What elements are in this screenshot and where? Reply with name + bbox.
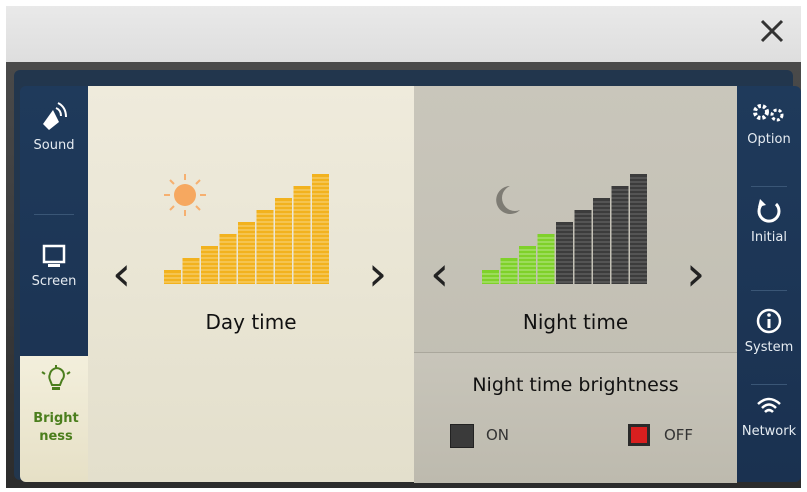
nav-brightness-label-2: ness: [39, 429, 73, 444]
speaker-icon: [43, 102, 67, 130]
night-brightness-off-label: OFF: [664, 426, 694, 444]
night-next-arrow[interactable]: ›: [686, 250, 705, 298]
brightness-bar: [519, 246, 536, 284]
nav-brightness-label-1: Bright: [33, 411, 79, 426]
nav-screen[interactable]: Screen: [22, 242, 86, 289]
nav-sound[interactable]: Sound: [22, 100, 86, 153]
nav-network[interactable]: Network: [737, 394, 801, 439]
brightness-bar: [556, 222, 573, 284]
brightness-bar: [537, 234, 555, 284]
nav-system[interactable]: System: [737, 306, 801, 355]
night-prev-arrow[interactable]: ‹: [430, 250, 449, 298]
nav-initial[interactable]: Initial: [737, 196, 801, 245]
title-strip: [6, 6, 801, 62]
night-brightness-bars: [482, 174, 647, 284]
nav-network-label: Network: [741, 424, 797, 439]
brightness-bar: [201, 246, 218, 284]
brightness-bar: [500, 258, 518, 284]
nav-separator: [751, 290, 787, 291]
nav-system-label: System: [744, 340, 794, 355]
brightness-bar: [182, 258, 200, 284]
nav-sound-label: Sound: [33, 138, 75, 153]
nav-screen-label: Screen: [31, 274, 77, 289]
day-prev-arrow[interactable]: ‹: [112, 250, 131, 298]
night-brightness-section: [414, 352, 737, 483]
gears-icon: [753, 104, 784, 122]
night-brightness-off-checkbox[interactable]: [628, 424, 650, 446]
nav-initial-label: Initial: [751, 230, 787, 245]
day-panel: [88, 86, 414, 482]
day-time-title: Day time: [205, 310, 297, 334]
wifi-icon: [757, 397, 781, 413]
nav-option[interactable]: Option: [737, 100, 801, 147]
info-icon: [756, 308, 782, 334]
brightness-bar: [293, 186, 311, 284]
nav-separator: [751, 186, 787, 187]
close-icon[interactable]: [755, 14, 789, 48]
brightness-bar: [219, 234, 237, 284]
brightness-bar: [593, 198, 610, 284]
brightness-bar: [164, 270, 181, 284]
brightness-bar: [611, 186, 629, 284]
monitor-icon: [42, 244, 66, 267]
nav-option-label: Option: [747, 132, 791, 147]
lightbulb-icon: [41, 365, 71, 390]
brightness-bar: [312, 174, 329, 284]
night-brightness-title: Night time brightness: [472, 374, 679, 396]
night-brightness-on-checkbox[interactable]: [450, 424, 474, 448]
nav-separator: [751, 384, 787, 385]
title-bar: [0, 0, 807, 62]
nav-brightness[interactable]: Bright ness: [20, 356, 92, 482]
day-brightness-bars: [164, 174, 329, 284]
brightness-bar: [275, 198, 292, 284]
day-next-arrow[interactable]: ›: [368, 250, 387, 298]
brightness-bar: [256, 210, 274, 284]
night-time-title: Night time: [522, 310, 629, 334]
nav-separator: [34, 214, 74, 215]
brightness-bar: [238, 222, 255, 284]
brightness-bar: [574, 210, 592, 284]
brightness-bar: [630, 174, 647, 284]
reset-icon: [757, 199, 781, 223]
night-brightness-on-label: ON: [486, 426, 510, 444]
brightness-bar: [482, 270, 499, 284]
